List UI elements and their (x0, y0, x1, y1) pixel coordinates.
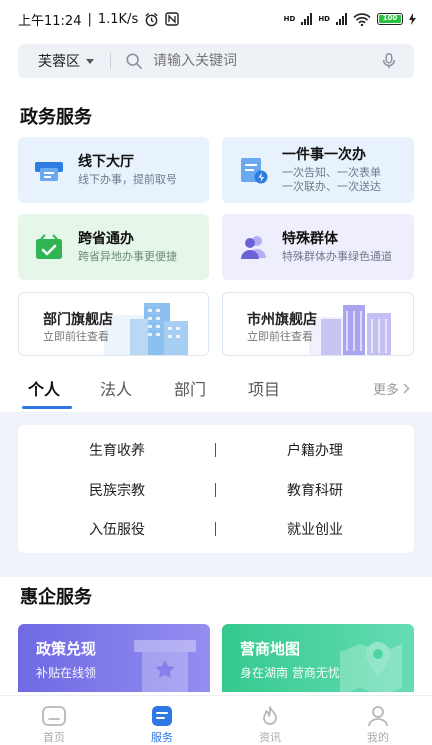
category-item[interactable]: 生育收养 (18, 440, 216, 460)
chevron-right-icon (403, 383, 410, 394)
signal-icon (301, 13, 313, 25)
status-time: 上午11:24 (18, 13, 82, 29)
cross-province-icon (36, 234, 62, 259)
battery-level: 100 (379, 15, 401, 23)
net-type-2: HD (318, 15, 330, 23)
category-item[interactable]: 民族宗教 (18, 480, 216, 500)
net-type-1: HD (283, 15, 296, 23)
policy-redemption-subtitle: 补贴在线领 (36, 666, 97, 680)
status-separator: | (87, 11, 92, 27)
services-icon (152, 706, 172, 726)
enterprise-services-title: 惠企服务 (20, 587, 92, 608)
microphone-icon[interactable] (380, 52, 398, 70)
one-thing-title: 一件事一次办 (282, 147, 366, 163)
queue-ticket-icon (35, 162, 63, 181)
department-store-title: 部门旗舰店 (43, 312, 113, 328)
category-item[interactable]: 入伍服役 (18, 519, 216, 539)
more-label: 更多 (372, 383, 399, 398)
city-towers-icon (309, 305, 391, 355)
nav-news[interactable]: 资讯 (216, 696, 324, 745)
category-panel: 生育收养 户籍办理 民族宗教 教育科研 入伍服役 就业创业 (18, 425, 414, 553)
status-bar: 上午11:24 | 1.1K/s HD HD 100 (0, 0, 432, 38)
special-groups-subtitle: 特殊群体办事绿色通道 (282, 250, 392, 263)
tab-personal[interactable]: 个人 (28, 376, 60, 400)
bottom-nav: 首页 服务 资讯 我的 (0, 695, 432, 745)
category-item[interactable]: 就业创业 (216, 519, 414, 539)
wifi-icon (353, 12, 371, 26)
offline-hall-title: 线下大厅 (78, 154, 134, 170)
city-store-subtitle: 立即前往查看 (247, 330, 313, 343)
city-store-card[interactable]: 市州旗舰店 立即前往查看 (222, 292, 414, 356)
tab-legal-person[interactable]: 法人 (100, 376, 132, 400)
cross-province-title: 跨省通办 (78, 231, 134, 247)
nfc-icon (165, 12, 179, 26)
cross-province-subtitle: 跨省异地办事更便捷 (78, 250, 177, 263)
map-pin-icon (340, 642, 402, 692)
gov-services-title: 政务服务 (20, 107, 92, 128)
nav-home-label: 首页 (43, 731, 65, 744)
category-item[interactable]: 户籍办理 (216, 440, 414, 460)
city-buildings-icon (104, 303, 188, 355)
nav-services-label: 服务 (151, 731, 173, 744)
category-tabs: 个人 法人 部门 项目 更多 (0, 372, 432, 410)
caret-down-icon (86, 58, 94, 64)
policy-badge-icon (134, 640, 196, 692)
user-icon (368, 706, 388, 727)
city-store-title: 市州旗舰店 (247, 312, 317, 328)
document-flash-icon (241, 158, 268, 184)
search-input[interactable] (153, 53, 380, 69)
charging-icon (409, 13, 416, 25)
tab-department[interactable]: 部门 (174, 376, 206, 400)
policy-redemption-card[interactable]: 政策兑现 补贴在线领 (18, 624, 210, 692)
special-groups-card[interactable]: 特殊群体 特殊群体办事绿色通道 (222, 214, 414, 280)
nav-services[interactable]: 服务 (108, 696, 216, 745)
tab-project[interactable]: 项目 (248, 376, 280, 400)
status-speed: 1.1K/s (97, 11, 139, 27)
business-map-title: 营商地图 (240, 640, 301, 658)
policy-redemption-title: 政策兑现 (36, 640, 97, 658)
department-store-subtitle: 立即前往查看 (43, 330, 109, 343)
nav-news-label: 资讯 (259, 731, 281, 744)
region-label: 芙蓉区 (38, 54, 80, 70)
search-bar: 芙蓉区 (18, 44, 414, 78)
one-thing-subtitle-1: 一次告知、一次表单 (282, 166, 381, 179)
more-link[interactable]: 更多 (373, 379, 410, 398)
offline-hall-subtitle: 线下办事，提前取号 (78, 173, 177, 186)
active-tab-indicator (22, 406, 72, 409)
special-groups-title: 特殊群体 (282, 231, 338, 247)
nav-profile-label: 我的 (367, 731, 389, 744)
department-store-card[interactable]: 部门旗舰店 立即前往查看 (18, 292, 209, 356)
business-map-card[interactable]: 营商地图 身在湖南 营商无忧 (222, 624, 414, 692)
battery-icon: 100 (377, 13, 403, 25)
category-item[interactable]: 教育科研 (216, 480, 414, 500)
region-selector[interactable]: 芙蓉区 (18, 51, 94, 71)
signal-icon-2 (336, 13, 347, 25)
people-group-icon (241, 236, 266, 259)
flame-icon (263, 706, 277, 725)
nav-profile[interactable]: 我的 (324, 696, 432, 745)
search-divider (110, 53, 111, 69)
alarm-icon (145, 12, 158, 26)
offline-hall-card[interactable]: 线下大厅 线下办事，提前取号 (18, 137, 209, 203)
one-thing-subtitle-2: 一次联办、一次送达 (282, 180, 381, 193)
search-icon (126, 53, 143, 70)
home-icon (42, 706, 66, 726)
cross-province-card[interactable]: 跨省通办 跨省异地办事更便捷 (18, 214, 209, 280)
nav-home[interactable]: 首页 (0, 696, 108, 745)
one-thing-card[interactable]: 一件事一次办 一次告知、一次表单 一次联办、一次送达 (222, 137, 414, 203)
business-map-subtitle: 身在湖南 营商无忧 (240, 666, 340, 680)
